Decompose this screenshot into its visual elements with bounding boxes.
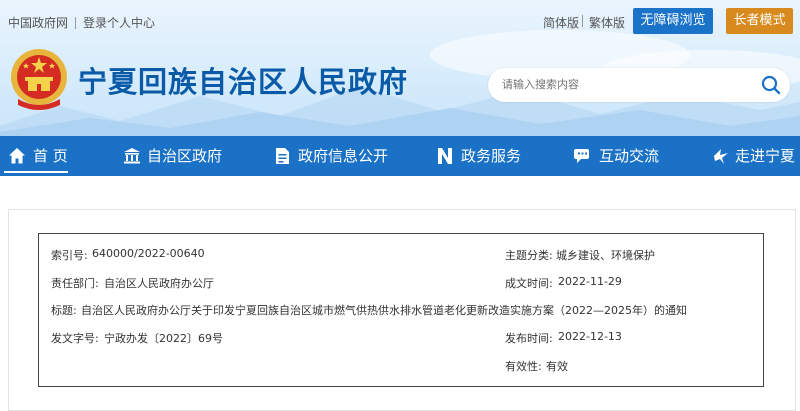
gov-portal-link[interactable]: 中国政府网	[8, 14, 68, 31]
created-date-value: 2022-11-29	[558, 275, 622, 288]
nav-item-about-ningxia[interactable]: 走进宁夏	[712, 136, 800, 176]
nav-item-services[interactable]: 政务服务	[437, 136, 527, 176]
elder-mode-button[interactable]: 长者模式	[726, 8, 793, 34]
document-number-value: 宁政办发〔2022〕69号	[104, 332, 223, 345]
main-nav: 首 页 自治区政府 政府信息公开 政务服务 互动交流 走进宁夏	[0, 136, 800, 176]
nav-item-label: 政务服务	[461, 147, 522, 165]
search-icon[interactable]	[760, 74, 782, 96]
divider	[75, 16, 77, 29]
published-date-value: 2022-12-13	[558, 330, 622, 343]
department-value: 自治区人民政府办公厅	[104, 277, 214, 290]
bird-icon	[714, 149, 728, 164]
title-value: 自治区人民政府办公厅关于印发宁夏回族自治区城市燃气供热供水排水管道老化更新改造实…	[81, 304, 687, 317]
home-icon	[9, 148, 25, 164]
accessible-browse-button[interactable]: 无障碍浏览	[633, 8, 713, 34]
document-icon	[276, 148, 289, 164]
nav-item-info-disclosure[interactable]: 政府信息公开	[274, 136, 394, 176]
site-header: 中国政府网 登录个人中心 简体版 繁体版 无障碍浏览 长者模式 宁夏回族自治区人民…	[0, 0, 800, 136]
site-title: 宁夏回族自治区人民政府	[78, 65, 409, 99]
search-bar	[488, 68, 790, 102]
validity-label: 有效性:	[505, 360, 542, 373]
top-links: 中国政府网 登录个人中心	[8, 14, 155, 31]
category-label: 主题分类:	[505, 249, 553, 262]
service-n-icon	[438, 148, 452, 164]
validity-value: 有效	[546, 360, 568, 373]
traditional-link[interactable]: 繁体版	[589, 14, 625, 31]
nav-item-label: 自治区政府	[147, 147, 223, 165]
created-date-label: 成文时间:	[505, 277, 553, 290]
nav-item-label: 首 页	[33, 147, 68, 165]
title-label: 标题:	[51, 304, 77, 317]
search-input[interactable]	[502, 68, 742, 102]
simplified-link[interactable]: 简体版	[543, 14, 579, 31]
login-link[interactable]: 登录个人中心	[83, 14, 155, 31]
nav-item-label: 政府信息公开	[298, 147, 389, 165]
document-number-label: 发文字号:	[51, 332, 99, 345]
nav-item-home[interactable]: 首 页	[8, 136, 72, 176]
index-value: 640000/2022-00640	[92, 247, 205, 260]
active-nav-underline	[4, 171, 68, 173]
national-emblem-icon	[11, 49, 67, 110]
government-building-icon	[124, 148, 140, 164]
nav-item-label: 互动交流	[599, 147, 660, 165]
index-label: 索引号:	[51, 249, 88, 262]
published-date-label: 发布时间:	[505, 332, 553, 345]
chat-icon	[574, 149, 589, 163]
nav-item-interaction[interactable]: 互动交流	[573, 136, 663, 176]
divider	[582, 15, 583, 27]
nav-item-region-government[interactable]: 自治区政府	[123, 136, 233, 176]
department-label: 责任部门:	[51, 277, 99, 290]
nav-item-label: 走进宁夏	[735, 147, 796, 165]
category-value: 城乡建设、环境保护	[556, 249, 655, 262]
